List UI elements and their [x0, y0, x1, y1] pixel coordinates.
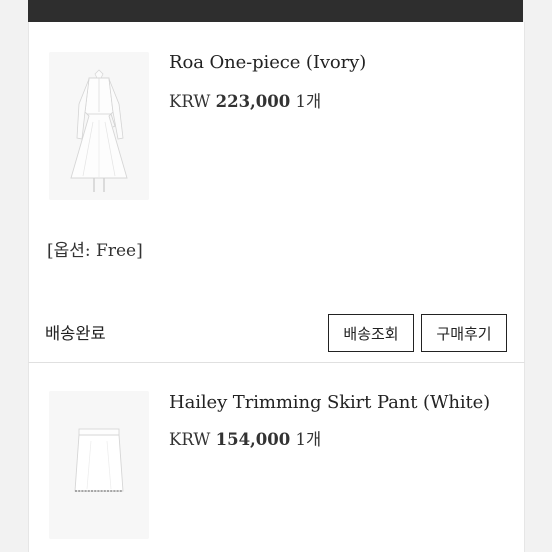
delivery-status: 배송완료	[45, 324, 106, 343]
currency-label: KRW	[169, 92, 211, 111]
product-thumbnail[interactable]	[49, 52, 149, 200]
price-amount: 223,000	[215, 92, 291, 111]
order-item-card: Roa One-piece (Ivory) KRW 223,000 1개 [옵션…	[28, 22, 525, 363]
product-name[interactable]: Hailey Trimming Skirt Pant (White)	[169, 392, 490, 413]
product-price: KRW 223,000 1개	[169, 88, 321, 112]
write-review-button[interactable]: 구매후기	[421, 314, 507, 352]
product-option: [옵션: Free]	[47, 241, 143, 261]
price-amount: 154,000	[215, 430, 291, 449]
track-shipment-button[interactable]: 배송조회	[328, 314, 414, 352]
white-skirt-icon	[49, 391, 149, 539]
header-bar	[28, 0, 523, 22]
currency-label: KRW	[169, 430, 211, 449]
quantity-label: 1개	[295, 92, 322, 111]
product-name[interactable]: Roa One-piece (Ivory)	[169, 52, 366, 73]
white-dress-icon	[49, 52, 149, 200]
product-thumbnail[interactable]	[49, 391, 149, 539]
product-price: KRW 154,000 1개	[169, 426, 321, 450]
order-item-card: Hailey Trimming Skirt Pant (White) KRW 1…	[28, 363, 525, 552]
quantity-label: 1개	[295, 430, 322, 449]
